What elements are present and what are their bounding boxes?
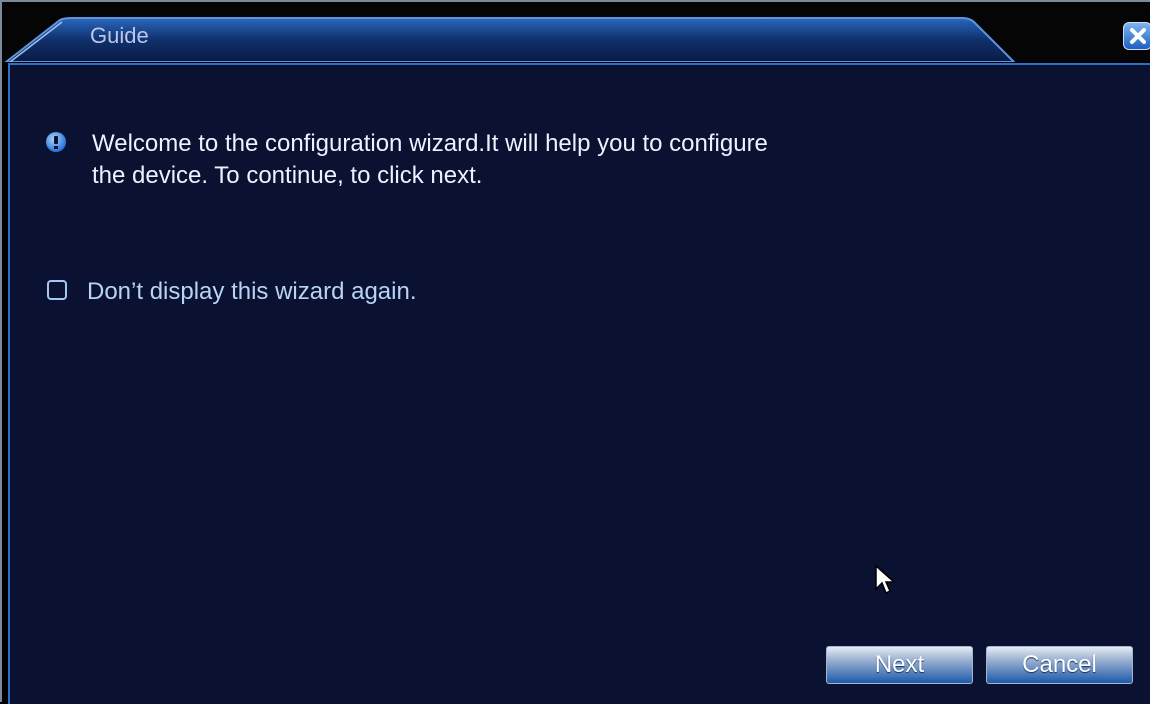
welcome-message-line-2: the device. To continue, to click next.: [92, 162, 483, 189]
dont-display-checkbox[interactable]: [47, 280, 67, 300]
welcome-message-line-1: Welcome to the configuration wizard.It w…: [92, 130, 768, 157]
guide-dialog: Guide Welcome to the configuration wizar…: [0, 0, 1150, 704]
dont-display-label[interactable]: Don’t display this wizard again.: [87, 278, 417, 306]
title-tab-shape: [4, 17, 1016, 62]
mouse-pointer-icon: [875, 565, 896, 595]
welcome-message: Welcome to the configuration wizard.It w…: [92, 128, 992, 192]
close-button[interactable]: [1123, 22, 1150, 50]
cancel-button[interactable]: Cancel: [986, 646, 1133, 684]
title-bar: Guide: [2, 2, 1150, 62]
info-icon: [46, 132, 66, 152]
next-button[interactable]: Next: [826, 646, 973, 684]
close-icon: [1130, 28, 1146, 44]
window-title: Guide: [90, 23, 149, 48]
